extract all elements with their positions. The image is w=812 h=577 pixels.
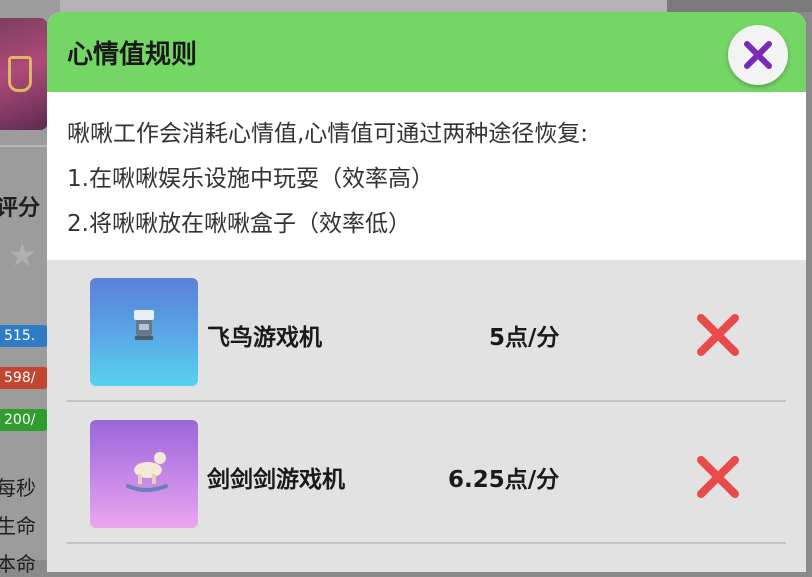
rule-line-1: 1.在啾啾娱乐设施中玩耍（效率高） (67, 166, 434, 192)
rules-text: 啾啾工作会消耗心情值,心情值可通过两种途径恢复: 1.在啾啾娱乐设施中玩耍（效率… (67, 112, 588, 247)
star-icon: ★ (8, 236, 37, 274)
stat-bar-red: 598/ (0, 367, 48, 389)
rocking-horse-icon (126, 452, 168, 492)
facility-name: 飞鸟游戏机 (207, 325, 322, 351)
background-top-strip (60, 0, 670, 12)
facility-name: 剑剑剑游戏机 (207, 467, 345, 493)
dialog-title: 心情值规则 (67, 40, 198, 70)
stat-label-extra: 本命 (0, 552, 36, 576)
avatar (0, 18, 48, 130)
facility-list: 飞鸟游戏机 5点/分 剑剑剑游戏机 6.25点/分 (47, 260, 806, 572)
game-machine-icon (134, 310, 154, 340)
rule-line-intro: 啾啾工作会消耗心情值,心情值可通过两种途径恢复: (67, 121, 589, 147)
dialog-header: 心情值规则 (47, 12, 806, 92)
rule-line-2: 2.将啾啾放在啾啾盒子（效率低） (67, 211, 411, 237)
remove-button[interactable] (695, 312, 741, 358)
facility-thumbnail (90, 278, 198, 386)
stat-bar-green: 200/ (0, 409, 48, 431)
score-label: 评分 (0, 196, 41, 221)
list-item: 剑剑剑游戏机 6.25点/分 (67, 402, 786, 544)
close-x-icon (744, 41, 772, 69)
facility-rate: 6.25点/分 (448, 467, 560, 493)
stat-label-life: 生命 (0, 514, 36, 538)
stat-bar-blue: 515. (0, 325, 48, 347)
mood-rules-dialog: 心情值规则 啾啾工作会消耗心情值,心情值可通过两种途径恢复: 1.在啾啾娱乐设施… (47, 12, 806, 572)
facility-thumbnail (90, 420, 198, 528)
red-x-icon (697, 314, 739, 356)
remove-button[interactable] (695, 454, 741, 500)
background-right-strip (667, 0, 812, 12)
list-item: 飞鸟游戏机 5点/分 (67, 260, 786, 402)
close-button[interactable] (728, 25, 788, 85)
facility-rate: 5点/分 (489, 325, 560, 351)
red-x-icon (697, 456, 739, 498)
stat-label-per-second: 每秒 (0, 476, 36, 500)
